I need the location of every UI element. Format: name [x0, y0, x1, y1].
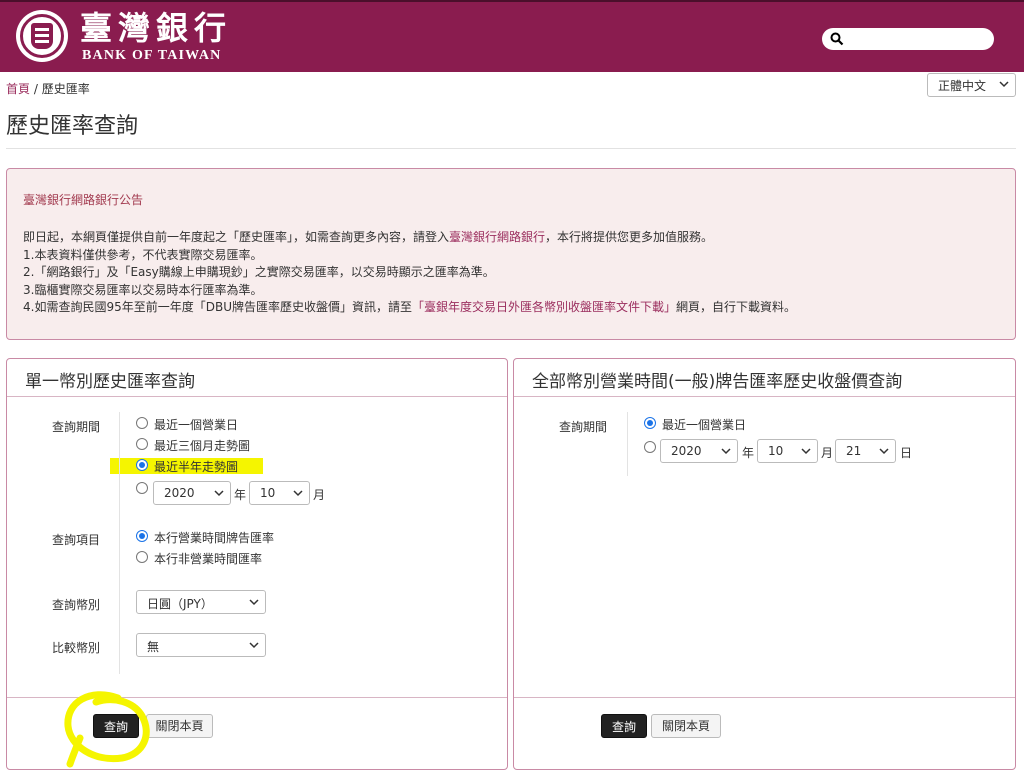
- day-value: 21: [846, 444, 862, 458]
- period-option-label: 最近一個營業日: [154, 418, 239, 432]
- chevron-down-icon: [879, 448, 889, 455]
- right-day-select[interactable]: 21: [835, 439, 896, 463]
- breadcrumb-current: 歷史匯率: [41, 82, 90, 96]
- notice-line3: 2.「網路銀行」及「Easy購線上申購現鈔」之實際交易匯率，以交易時顯示之匯率為…: [23, 265, 495, 279]
- notice-line2: 1.本表資料僅供參考，不代表實際交易匯率。: [23, 247, 263, 262]
- radio-button[interactable]: [644, 441, 656, 453]
- all-currency-panel-title: 全部幣別營業時間(一般)牌告匯率歷史收盤價查詢: [514, 359, 1015, 397]
- chevron-down-icon: [249, 642, 259, 649]
- year-value: 2020: [164, 486, 195, 500]
- day-unit: 日: [900, 446, 913, 460]
- chevron-down-icon: [721, 448, 731, 455]
- radio-button-selected[interactable]: [136, 530, 148, 542]
- search-icon[interactable]: [830, 32, 844, 46]
- radio-button-selected[interactable]: [644, 417, 656, 429]
- radio-button[interactable]: [136, 482, 148, 494]
- period-option-label: 最近三個月走勢圖: [154, 439, 251, 453]
- notice-line4: 3.臨櫃實際交易匯率以交易時本行匯率為準。: [23, 282, 263, 297]
- currency-select[interactable]: 日圓（JPY）: [136, 590, 266, 614]
- chevron-down-icon: [293, 490, 303, 497]
- language-value: 正體中文: [938, 79, 987, 93]
- notice-line1-a: 即日起，本網頁僅提供自前一年度起之「歷史匯率」，如需查詢更多內容，請登入: [23, 230, 450, 244]
- page-title: 歷史匯率查詢: [6, 114, 139, 139]
- title-divider: [6, 148, 1016, 149]
- chevron-down-icon: [214, 490, 224, 497]
- form-divider: [119, 412, 120, 674]
- search-input[interactable]: [822, 28, 994, 50]
- compare-label: 比較幣別: [51, 641, 100, 655]
- chevron-down-icon: [249, 599, 259, 606]
- month-unit: 月: [313, 488, 326, 502]
- online-banking-link[interactable]: 臺灣銀行網路銀行: [449, 230, 545, 244]
- breadcrumb: 首頁 / 歷史匯率: [6, 80, 90, 97]
- month-value: 10: [260, 486, 276, 500]
- language-select[interactable]: 正體中文: [927, 73, 1016, 97]
- radio-button-selected[interactable]: [136, 459, 148, 471]
- right-period-option-label: 最近一個營業日: [662, 418, 747, 432]
- chevron-down-icon: [999, 81, 1009, 88]
- left-year-select[interactable]: 2020: [153, 481, 231, 505]
- left-month-select[interactable]: 10: [249, 481, 310, 505]
- bank-name-chinese[interactable]: 臺灣銀行: [80, 8, 232, 48]
- notice-line1-b: ，本行將提供您更多加值服務。: [545, 230, 714, 244]
- notice-line5-b: 網頁，自行下載資料。: [676, 300, 797, 314]
- item-label: 查詢項目: [51, 533, 100, 547]
- compare-currency-select[interactable]: 無: [136, 633, 266, 657]
- all-currency-panel-footer: [514, 697, 1015, 770]
- radio-button[interactable]: [136, 438, 148, 450]
- period-label: 查詢期間: [51, 420, 100, 434]
- announcement-box: 臺灣銀行網路銀行公告 即日起，本網頁僅提供自前一年度起之「歷史匯率」，如需查詢更…: [6, 168, 1016, 340]
- chevron-down-icon: [801, 448, 811, 455]
- bank-logo-icon[interactable]: [16, 10, 68, 62]
- bank-name-english[interactable]: BANK OF TAIWAN: [82, 48, 221, 64]
- breadcrumb-home-link[interactable]: 首頁: [6, 82, 30, 96]
- single-currency-panel-footer: [7, 697, 507, 770]
- annual-rate-download-link[interactable]: 「臺銀年度交易日外匯各幣別收盤匯率文件下載」: [412, 300, 676, 314]
- currency-value: 日圓（JPY）: [147, 597, 213, 611]
- year-unit: 年: [234, 488, 247, 502]
- year-value: 2020: [671, 444, 702, 458]
- left-query-button[interactable]: 查詢: [93, 714, 139, 738]
- year-unit: 年: [742, 446, 755, 460]
- period-option-label: 最近半年走勢圖: [154, 460, 239, 474]
- right-query-button[interactable]: 查詢: [601, 714, 647, 738]
- month-unit: 月: [821, 446, 834, 460]
- single-currency-panel-title: 單一幣別歷史匯率查詢: [7, 359, 507, 397]
- currency-label: 查詢幣別: [51, 598, 100, 612]
- left-close-page-button[interactable]: 關閉本頁: [146, 714, 213, 738]
- right-month-select[interactable]: 10: [757, 439, 818, 463]
- announcement-title: 臺灣銀行網路銀行公告: [23, 193, 144, 207]
- breadcrumb-separator: /: [30, 82, 42, 96]
- notice-line5-a: 4.如需查詢民國95年至前一年度「DBU牌告匯率歷史收盤價」資訊，請至: [23, 300, 412, 314]
- right-period-label: 查詢期間: [558, 420, 607, 434]
- radio-button[interactable]: [136, 417, 148, 429]
- form-divider: [627, 412, 628, 476]
- site-header: 臺灣銀行 BANK OF TAIWAN: [0, 0, 1024, 72]
- month-value: 10: [768, 444, 784, 458]
- right-close-page-button[interactable]: 關閉本頁: [651, 714, 721, 738]
- announcement-text: 即日起，本網頁僅提供自前一年度起之「歷史匯率」，如需查詢更多內容，請登入臺灣銀行…: [23, 229, 1003, 317]
- right-year-select[interactable]: 2020: [660, 439, 738, 463]
- item-option-label: 本行非營業時間匯率: [154, 552, 263, 566]
- radio-button[interactable]: [136, 551, 148, 563]
- compare-value: 無: [147, 640, 160, 654]
- item-option-label: 本行營業時間牌告匯率: [154, 531, 275, 545]
